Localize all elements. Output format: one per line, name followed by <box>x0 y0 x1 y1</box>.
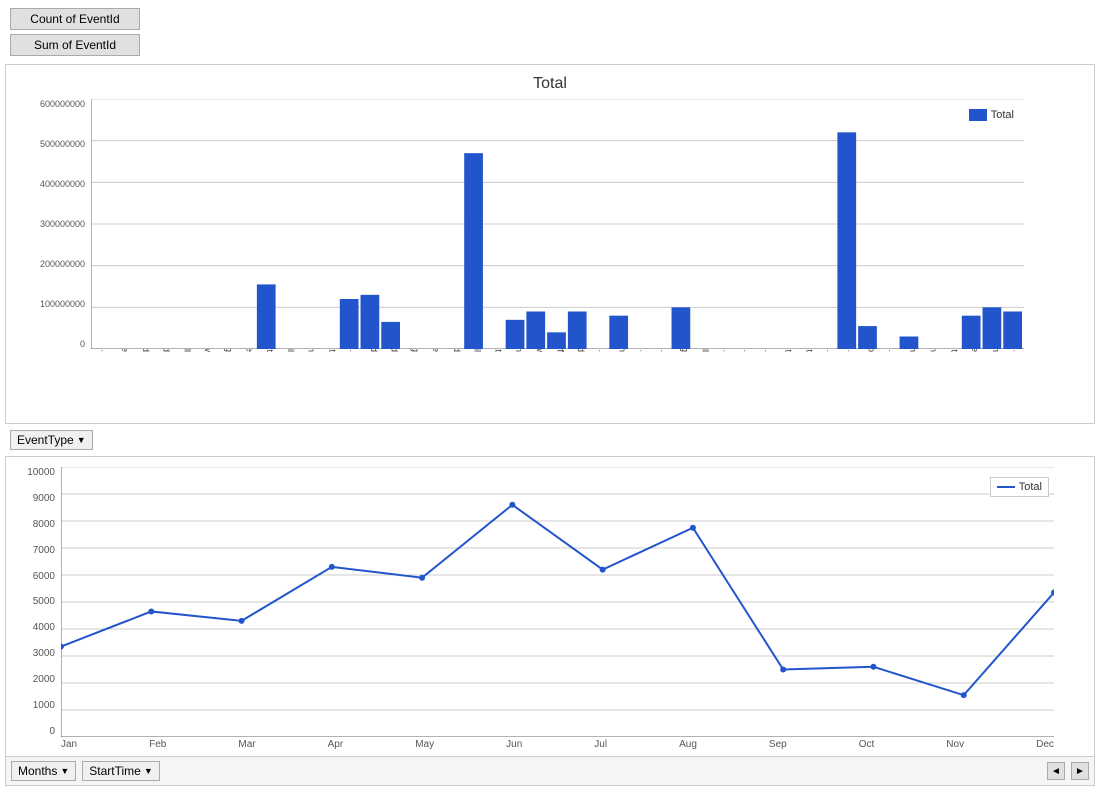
svg-text:Tropical Storm: Tropical Storm <box>908 349 918 352</box>
svg-text:Waterspout: Waterspout <box>949 349 959 352</box>
svg-text:High Wind: High Wind <box>576 349 586 352</box>
svg-text:Coastal Flood: Coastal Flood <box>162 349 172 352</box>
svg-text:Wildfire: Wildfire <box>970 349 980 352</box>
svg-text:Flood: Flood <box>390 349 400 352</box>
bar-chart-legend: Total <box>969 109 1014 121</box>
svg-text:Flash Flood: Flash Flood <box>369 349 379 352</box>
svg-text:Funnel Cloud: Funnel Cloud <box>452 349 462 352</box>
svg-text:Debris Flow: Debris Flow <box>203 349 213 352</box>
sum-eventid-button[interactable]: Sum of EventId <box>10 34 140 56</box>
svg-text:Hurricane...: Hurricane... <box>597 349 607 352</box>
svg-text:Dense Smoke: Dense Smoke <box>245 349 255 352</box>
svg-text:Storm...: Storm... <box>825 349 835 352</box>
months-label: Months <box>18 764 57 778</box>
y-axis-label: 8000 <box>16 519 55 530</box>
svg-text:Lightning: Lightning <box>680 349 690 352</box>
svg-text:Drought: Drought <box>265 349 275 352</box>
y-axis-label: 200000000 <box>16 259 85 269</box>
event-type-label: EventType <box>17 433 74 447</box>
start-time-dropdown-button[interactable]: StartTime ▼ <box>82 761 159 781</box>
x-axis-label: Jun <box>506 739 522 750</box>
x-axis-label: Nov <box>946 739 964 750</box>
start-time-dropdown-arrow-icon: ▼ <box>144 766 153 776</box>
y-axis-label: 5000 <box>16 596 55 607</box>
svg-text:Rip Current: Rip Current <box>784 349 794 352</box>
svg-text:Volcanic Ash: Volcanic Ash <box>929 349 939 352</box>
y-axis-label: 6000 <box>16 571 55 582</box>
y-axis-label: 9000 <box>16 493 55 504</box>
svg-text:Tornado: Tornado <box>867 349 877 352</box>
svg-text:Dust Devil: Dust Devil <box>286 349 296 352</box>
x-axis-label: May <box>415 739 434 750</box>
svg-text:High Surf: High Surf <box>556 349 566 352</box>
svg-text:Sleet: Sleet <box>804 349 814 352</box>
x-axis-label: Sep <box>769 739 787 750</box>
y-axis-label: 7000 <box>16 545 55 556</box>
y-axis-label: 4000 <box>16 622 55 633</box>
line-chart-area: 0 1000 2000 3000 4000 5000 6000 7000 800… <box>5 456 1095 786</box>
svg-text:Avalanche: Avalanche <box>120 349 130 352</box>
months-dropdown-button[interactable]: Months ▼ <box>11 761 76 781</box>
svg-text:Frost/Freeze: Frost/Freeze <box>431 349 441 352</box>
count-eventid-button[interactable]: Count of EventId <box>10 8 140 30</box>
svg-text:Ice Storm: Ice Storm <box>618 349 628 352</box>
start-time-label: StartTime <box>89 764 141 778</box>
y-axis-label: 0 <box>16 339 85 349</box>
y-axis-label: 10000 <box>16 467 55 478</box>
y-axis-label: 400000000 <box>16 179 85 189</box>
months-dropdown-arrow-icon: ▼ <box>60 766 69 776</box>
line-chart-legend: Total <box>990 477 1049 497</box>
svg-text:Tropical...: Tropical... <box>887 349 897 352</box>
svg-text:Thunderstorm...: Thunderstorm... <box>846 349 856 352</box>
x-axis-label: Jan <box>61 739 77 750</box>
dropdown-arrow-icon: ▼ <box>77 435 86 445</box>
y-axis-label: 500000000 <box>16 139 85 149</box>
svg-text:Astronomical...: Astronomical... <box>99 349 109 352</box>
y-axis-label: 300000000 <box>16 219 85 229</box>
svg-text:Marine Hail: Marine Hail <box>701 349 711 352</box>
scroll-left-button[interactable]: ◄ <box>1047 762 1065 780</box>
svg-text:Lakeshore...: Lakeshore... <box>659 349 669 352</box>
svg-text:Heavy Rain: Heavy Rain <box>514 349 524 352</box>
svg-text:Winter Storm: Winter Storm <box>991 349 1001 352</box>
x-axis-label: Apr <box>328 739 344 750</box>
y-axis-label: 1000 <box>16 700 55 711</box>
bar-chart-area: Total 0 100000000 200000000 300000000 40… <box>5 64 1095 424</box>
svg-text:Extreme...: Extreme... <box>348 349 358 352</box>
svg-text:Heavy Snow: Heavy Snow <box>535 349 545 352</box>
svg-text:Hail: Hail <box>473 349 483 352</box>
bottom-controls: Months ▼ StartTime ▼ ◄ ► <box>6 756 1094 785</box>
svg-text:Freezing Fog: Freezing Fog <box>410 349 420 352</box>
y-axis-label: 600000000 <box>16 99 85 109</box>
svg-text:Heat: Heat <box>493 349 503 352</box>
event-type-dropdown-button[interactable]: EventType ▼ <box>10 430 93 450</box>
x-axis-label: Dec <box>1036 739 1054 750</box>
svg-text:Cold/Wind Chill: Cold/Wind Chill <box>182 349 192 352</box>
svg-text:Dust Storm: Dust Storm <box>307 349 317 352</box>
x-axis-label: Oct <box>859 739 875 750</box>
svg-text:Dense Fog: Dense Fog <box>224 349 234 352</box>
svg-text:Marine High...: Marine High... <box>721 349 731 352</box>
svg-text:Excessive Heat: Excessive Heat <box>327 349 337 352</box>
svg-text:Marine...: Marine... <box>763 349 773 352</box>
svg-text:Lake-Effect...: Lake-Effect... <box>638 349 648 352</box>
y-axis-label: 2000 <box>16 674 55 685</box>
top-buttons: Count of EventId Sum of EventId <box>0 0 1100 64</box>
svg-text:Marine Strong...: Marine Strong... <box>742 349 752 352</box>
y-axis-label: 3000 <box>16 648 55 659</box>
event-type-filter: EventType ▼ <box>10 430 1090 450</box>
scroll-right-button[interactable]: ► <box>1071 762 1089 780</box>
bar-chart-title: Total <box>16 75 1084 93</box>
x-axis-label: Feb <box>149 739 166 750</box>
svg-text:Blizzard: Blizzard <box>141 349 151 352</box>
x-axis-label: Jul <box>594 739 607 750</box>
svg-text:Winter...: Winter... <box>1012 349 1022 352</box>
x-axis-label: Mar <box>238 739 255 750</box>
x-axis-label: Aug <box>679 739 697 750</box>
y-axis-label: 100000000 <box>16 299 85 309</box>
y-axis-label: 0 <box>16 726 55 737</box>
